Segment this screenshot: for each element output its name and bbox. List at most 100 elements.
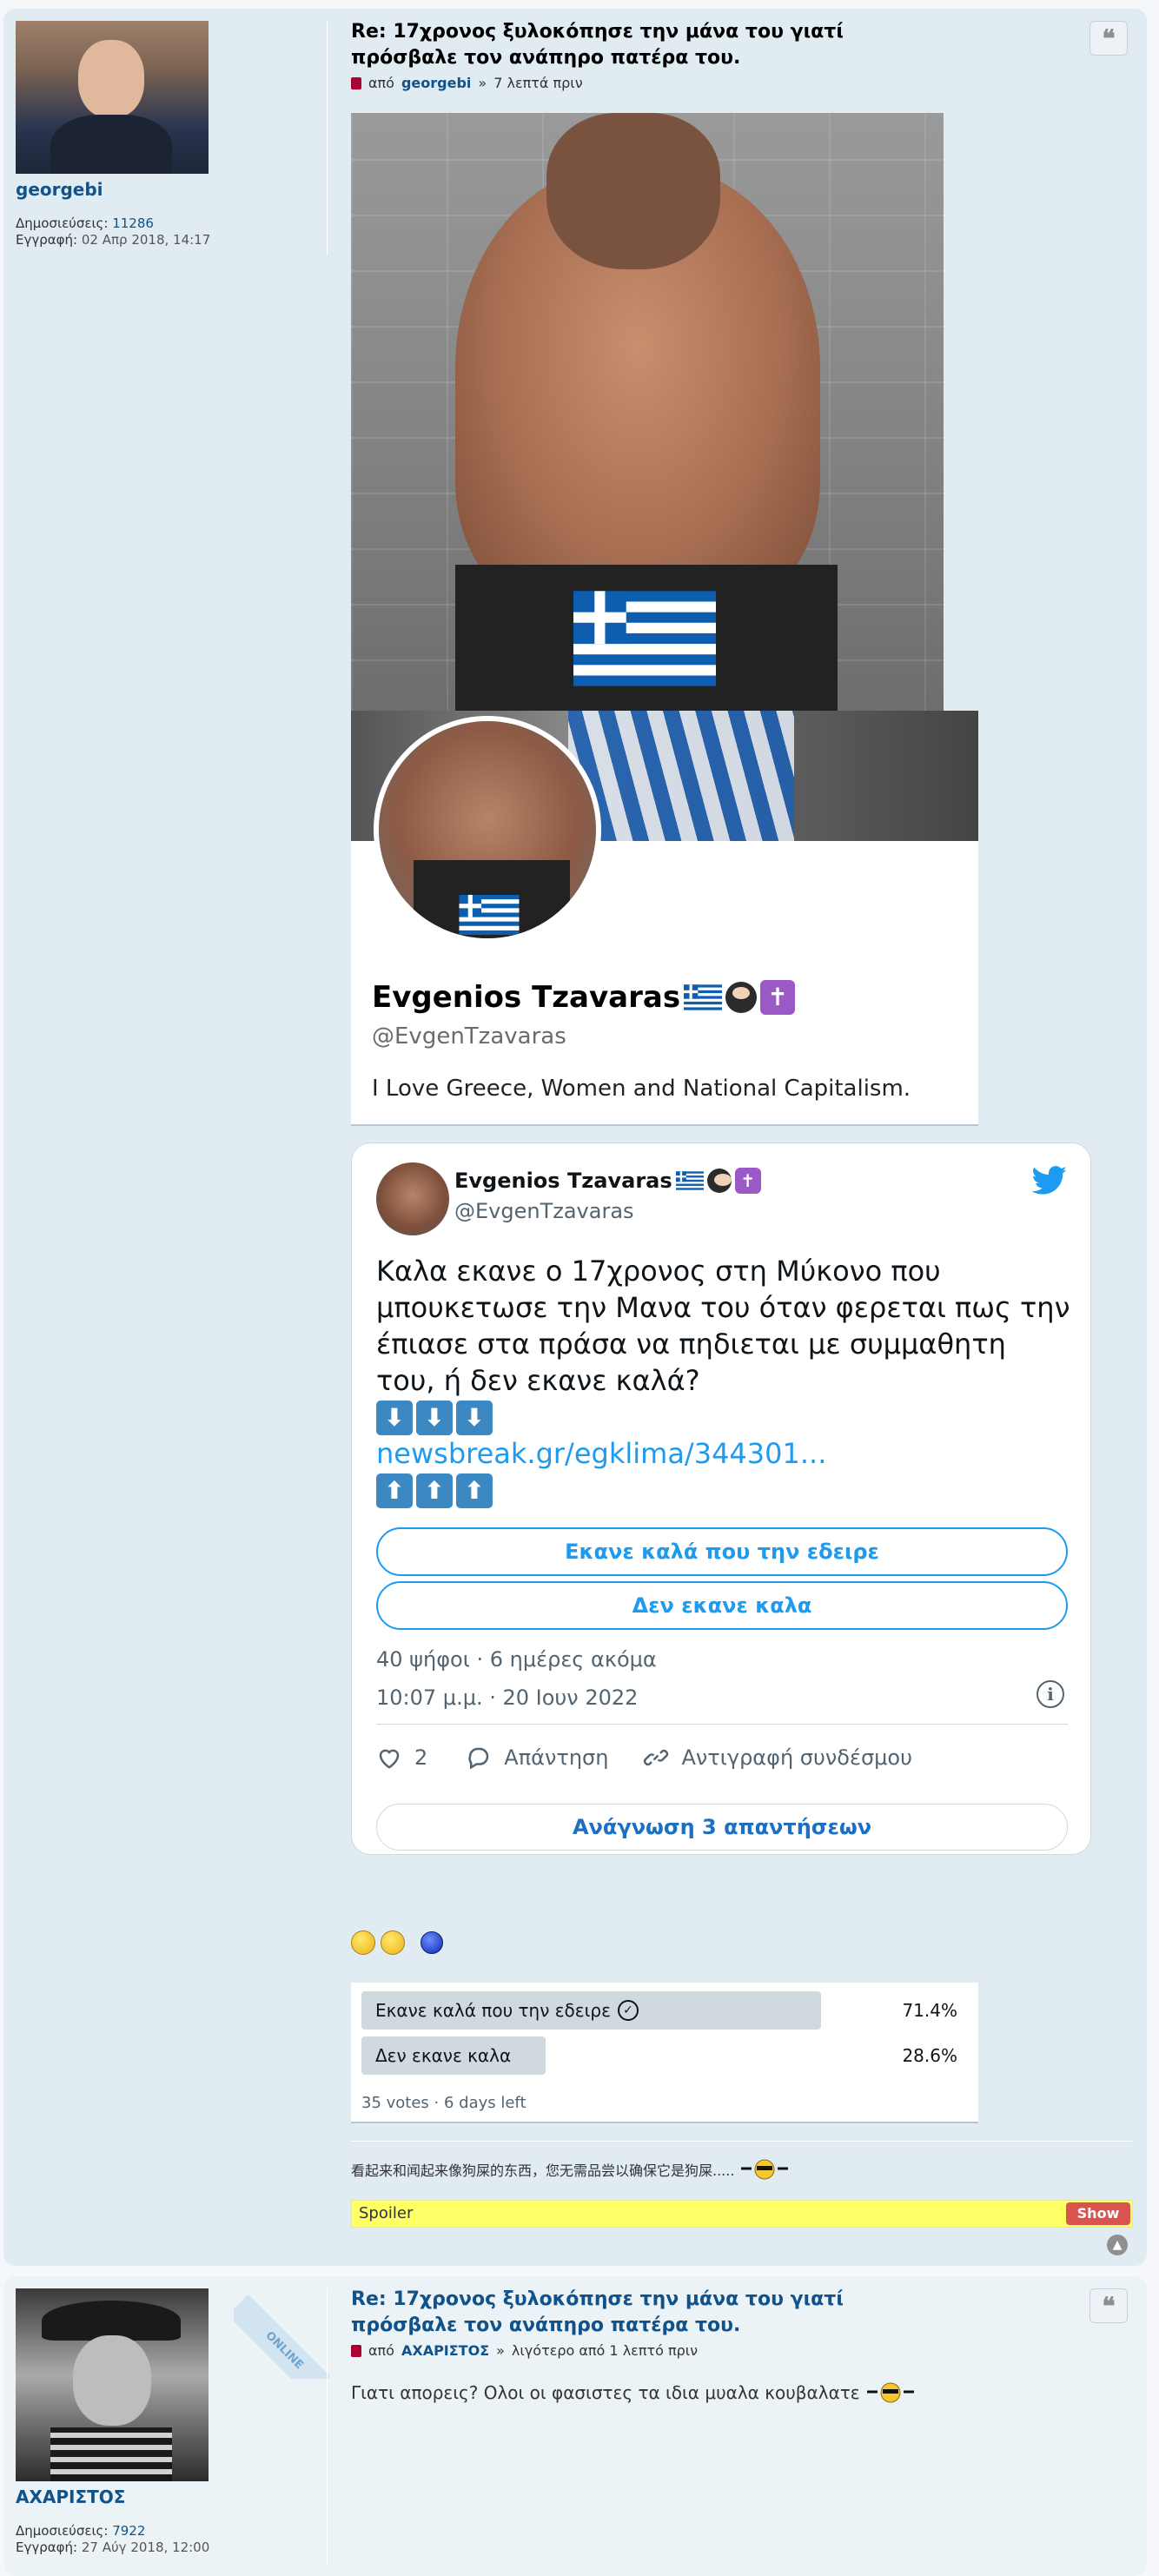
smiley-row [351,1930,443,1955]
avatar[interactable] [16,21,209,174]
join-date-label: Εγγραφή: [16,2540,78,2555]
byline-prefix: από [368,2342,394,2359]
online-ribbon: ONLINE [234,2283,329,2379]
up-arrows: ⬆ ⬆ ⬆ [376,1473,1071,1508]
byline-sep: » [496,2342,505,2359]
latin-cross-icon: ✝ [734,1168,761,1194]
tweet-divider [376,1724,1068,1725]
tweet-text: Καλα εκανε ο 17χρονος στη Μύκονο που μπο… [376,1253,1071,1508]
reply-bubble-icon[interactable] [466,1745,492,1771]
blue-smiley-icon [421,1931,443,1954]
profile-name: Evgenios Tzavaras ✝ [372,980,796,1015]
poll-percent-2: 28.6% [902,2045,957,2066]
byline-author[interactable]: ΑΧΑΡΙΣΤΟΣ [401,2342,489,2359]
link-icon[interactable] [643,1745,669,1771]
spoiler-bar: Spoiler Show [351,2200,1133,2228]
poll-results: Εκανε καλά που την εδειρε ✓ 71.4% Δεν εκ… [351,1983,978,2123]
post-file-icon[interactable] [351,76,361,89]
sunglasses-smiley-icon [866,2382,914,2403]
smiley-icon [351,1930,375,1955]
tweet-author-name[interactable]: Evgenios Tzavaras ✝ [454,1168,761,1194]
signature-text: 看起来和闻起来像狗屎的东西，您无需品尝以确保它是狗屎..... [351,2162,735,2179]
username[interactable]: georgebi [16,179,328,200]
embedded-tweet: Evgenios Tzavaras ✝ @EvgenTzavaras Καλα … [351,1142,1091,1855]
join-date-value: 27 Αύγ 2018, 12:00 [81,2540,210,2555]
post-content-text: Γιατι απορεις? Ολοι οι φασιστες τα ιδια … [351,2382,860,2403]
profile-bio: I Love Greece, Women and National Capita… [372,1076,911,1102]
down-arrow-icon: ⬇ [416,1401,453,1435]
post-header: Re: 17χρονος ξυλοκόπησε την μάνα του για… [351,19,890,91]
join-date-value: 02 Απρ 2018, 14:17 [81,232,211,248]
signature-divider [351,2141,1133,2142]
avatar[interactable] [16,2288,209,2481]
post-count: Δημοσιεύσεις: 11286 [16,215,328,232]
heart-icon[interactable] [376,1745,402,1771]
greek-flag-icon [675,1171,704,1190]
quote-button[interactable]: ❝ [1089,2288,1128,2323]
join-date: Εγγραφή: 02 Απρ 2018, 14:17 [16,232,328,248]
poll-option-2: Δεν εκανε καλα [375,2036,511,2075]
tweet-avatar[interactable] [376,1162,449,1235]
tweet-author-handle[interactable]: @EvgenTzavaras [454,1199,634,1223]
post-count-label: Δημοσιεύσεις: [16,2523,109,2539]
poll-row-1: Εκανε καλά που την εδειρε ✓ 71.4% [361,1991,970,2030]
poll-row-2: Δεν εκανε καλα 28.6% [361,2036,970,2075]
post-count: Δημοσιεύσεις: 7922 [16,2523,328,2540]
tweet-body: Καλα εκανε ο 17χρονος στη Μύκονο που μπο… [376,1255,1070,1397]
post-profile: georgebi Δημοσιεύσεις: 11286 Εγγραφή: 02… [16,21,328,248]
poll-percent-1: 71.4% [902,2000,957,2021]
quote-button[interactable]: ❝ [1089,21,1128,56]
signature: 看起来和闻起来像狗屎的东西，您无需品尝以确保它是狗屎..... [351,2158,790,2181]
profile-picture [374,716,601,944]
spoiler-show-button[interactable]: Show [1066,2202,1130,2225]
profile-divider [327,21,328,255]
post-count-value[interactable]: 7922 [112,2523,145,2539]
reply-label[interactable]: Απάντηση [504,1745,608,1770]
greek-flag-icon [573,591,716,686]
back-to-top-icon[interactable]: ▲ [1107,2235,1128,2255]
tweet-poll-option-1[interactable]: Εκανε καλά που την εδειρε [376,1527,1068,1576]
smiley-icon [381,1930,405,1955]
post-count-label: Δημοσιεύσεις: [16,215,109,231]
username[interactable]: ΑΧΑΡΙΣΤΟΣ [16,2487,328,2507]
profile-handle: @EvgenTzavaras [372,1023,566,1050]
post-content: Γιατι απορεις? Ολοι οι φασιστες τα ιδια … [351,2381,916,2404]
post-count-value[interactable]: 11286 [112,215,154,231]
twitter-bird-icon[interactable] [1031,1166,1068,1195]
poll-option-2-label: Δεν εκανε καλα [375,2045,512,2066]
sunglasses-smiley-icon [741,2159,789,2180]
tweet-timestamp[interactable]: 10:07 μ.μ. · 20 Ιουν 2022 [376,1685,638,1710]
twitter-profile-card: Evgenios Tzavaras ✝ @EvgenTzavaras I Lov… [351,711,978,1126]
tweet-poll-meta: 40 ψήφοι · 6 ημέρες ακόμα [376,1647,657,1672]
join-date-label: Εγγραφή: [16,232,78,248]
up-arrow-icon: ⬆ [416,1473,453,1508]
read-replies-button[interactable]: Ανάγνωση 3 απαντήσεων [376,1804,1068,1851]
copy-link-label[interactable]: Αντιγραφή συνδέσμου [681,1745,912,1770]
byline-time: 7 λεπτά πριν [493,75,583,91]
byline-time: λιγότερο από 1 λεπτό πριν [511,2342,699,2359]
tweet-poll-option-2[interactable]: Δεν εκανε καλα [376,1581,1068,1630]
byline-sep: » [478,75,487,91]
info-icon[interactable]: i [1036,1680,1064,1708]
down-arrow-icon: ⬇ [456,1401,493,1435]
profile-divider [327,2288,328,2566]
byline-author[interactable]: georgebi [401,75,471,91]
join-date: Εγγραφή: 27 Αύγ 2018, 12:00 [16,2540,328,2556]
spoiler-label: Spoiler [359,2204,414,2222]
post-header: Re: 17χρονος ξυλοκόπησε την μάνα του για… [351,2287,916,2404]
post-title[interactable]: Re: 17χρονος ξυλοκόπησε την μάνα του για… [351,2287,890,2339]
post-file-icon[interactable] [351,2344,361,2357]
profile-name-text: Evgenios Tzavaras [372,980,681,1015]
post-title[interactable]: Re: 17χρονος ξυλοκόπησε την μάνα του για… [351,19,890,71]
tweet-link[interactable]: newsbreak.gr/egklima/344301... [376,1435,1071,1472]
like-count: 2 [414,1745,428,1770]
down-arrows: ⬇ ⬇ ⬇ [376,1401,1071,1435]
poll-option-1-label: Εκανε καλά που την εδειρε [375,2000,611,2021]
post-byline: από ΑΧΑΡΙΣΤΟΣ » λιγότερο από 1 λεπτό πρι… [351,2342,916,2359]
post-1: georgebi Δημοσιεύσεις: 11286 Εγγραφή: 02… [3,9,1147,2266]
latin-cross-icon: ✝ [760,980,796,1015]
tweet-actions: 2 Απάντηση Αντιγραφή συνδέσμου [376,1745,912,1771]
poll-option-1: Εκανε καλά που την εδειρε ✓ [375,1991,639,2030]
up-arrow-icon: ⬆ [376,1473,413,1508]
poll-meta: 35 votes · 6 days left [361,2094,527,2112]
